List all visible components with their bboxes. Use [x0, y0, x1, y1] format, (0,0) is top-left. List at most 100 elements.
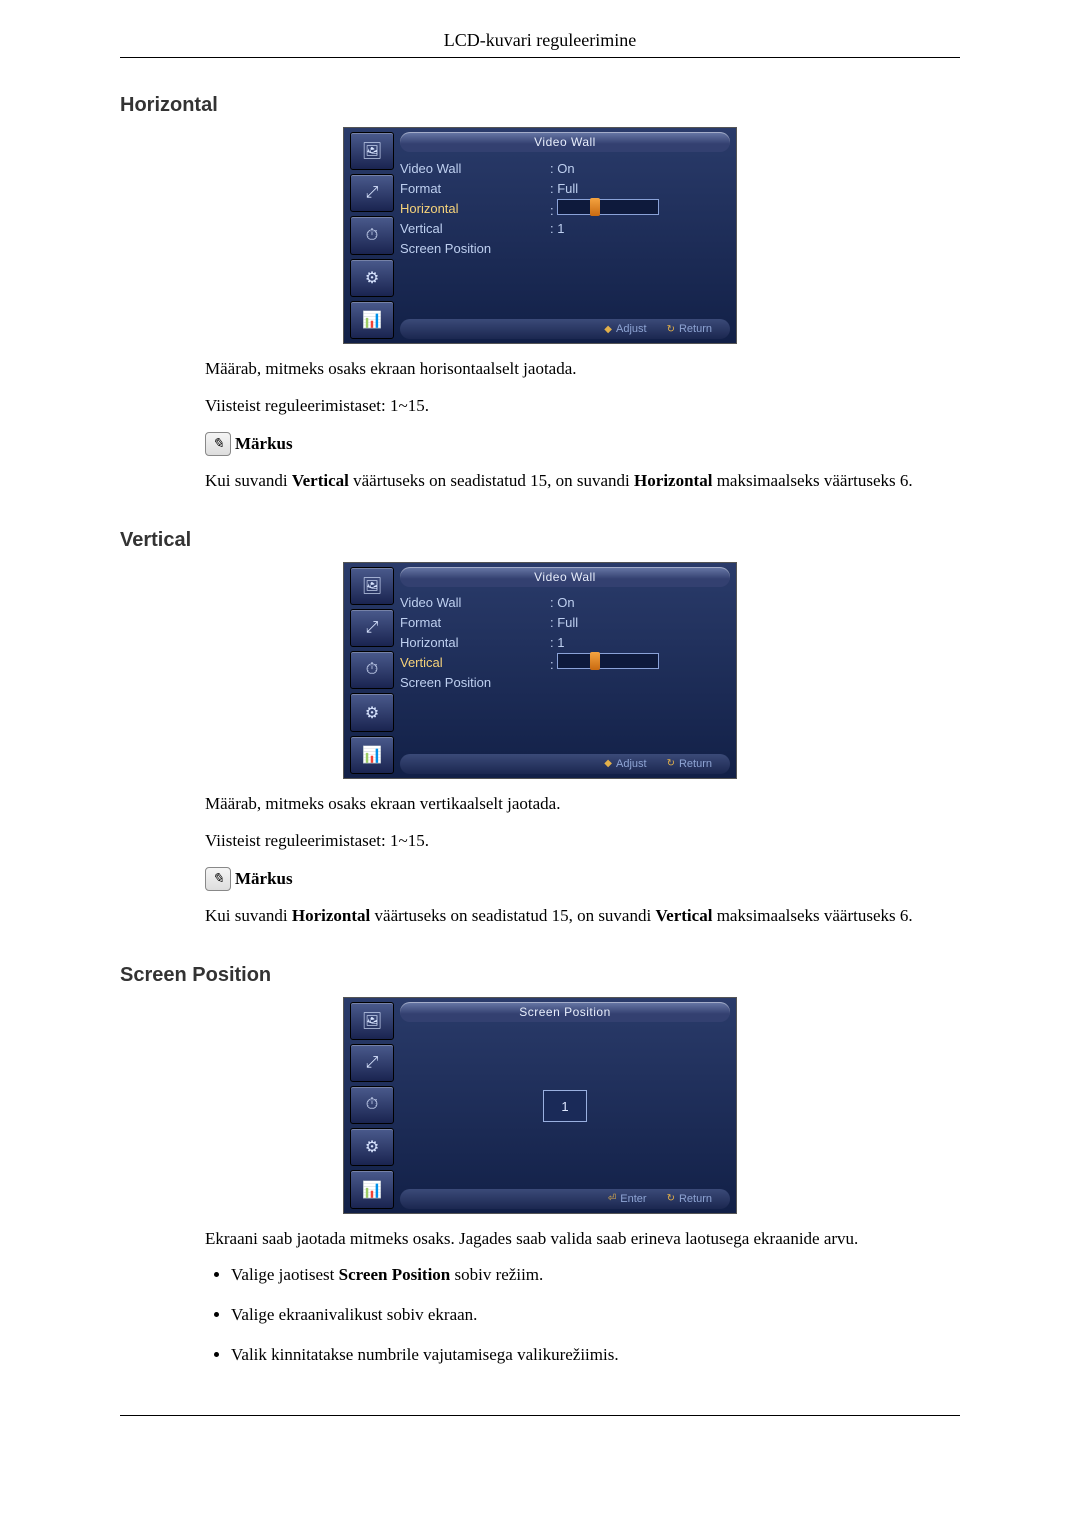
section-title-vertical: Vertical [120, 529, 960, 552]
divider-top [120, 57, 960, 58]
text-fragment: väärtuseks on seadistatud 15, on suvandi [349, 471, 634, 490]
vertical-note-text: Kui suvandi Horizontal väärtuseks on sea… [205, 905, 960, 928]
osd-footer-adjust: Adjust [616, 323, 647, 335]
osd-footer: ◆ Adjust ↻ Return [400, 319, 730, 339]
osd-row: Format: Full [400, 613, 730, 633]
osd-row-label: Format [400, 615, 550, 630]
osd-row-label: Horizontal [400, 635, 550, 650]
enter-icon: ⏎ [608, 1193, 616, 1204]
return-icon: ↻ [667, 758, 675, 769]
osd-footer-adjust: Adjust [616, 758, 647, 770]
return-icon: ↻ [667, 324, 675, 335]
page-header: LCD-kuvari reguleerimine [120, 30, 960, 51]
screen-position-desc1: Ekraani saab jaotada mitmeks osaks. Jaga… [205, 1228, 960, 1251]
osd-tab-column: 🖼 ⤢ ⏱ ⚙ 📊 [350, 1002, 394, 1209]
text-fragment: Kui suvandi [205, 471, 292, 490]
osd-row-value: : On [550, 161, 700, 176]
adjust-icon: ◆ [604, 758, 612, 769]
osd-tab-icon: ⤢ [350, 174, 394, 212]
osd-footer-return: Return [679, 758, 712, 770]
text-fragment: maksimaalseks väärtuseks 6. [712, 471, 912, 490]
osd-tab-icon: ⤢ [350, 609, 394, 647]
osd-row-value: : Full [550, 181, 700, 196]
osd-body: Video Wall: OnFormat: FullHorizontal: Ve… [400, 158, 730, 315]
horizontal-note-text: Kui suvandi Vertical väärtuseks on seadi… [205, 470, 960, 493]
osd-row-label: Vertical [400, 221, 550, 236]
text-fragment: Kui suvandi [205, 906, 292, 925]
osd-row-value: : 1 [550, 635, 700, 650]
osd-body: Video Wall: OnFormat: FullHorizontal: 1V… [400, 593, 730, 750]
osd-tab-icon: 🖼 [350, 567, 394, 605]
horizontal-desc1: Määrab, mitmeks osaks ekraan horisontaal… [205, 358, 960, 381]
text-bold: Horizontal [292, 906, 370, 925]
osd-tab-column: 🖼 ⤢ ⏱ ⚙ 📊 [350, 132, 394, 339]
osd-row: Video Wall: On [400, 158, 730, 178]
osd-tab-icon: 📊 [350, 736, 394, 774]
osd-row: Horizontal: [400, 198, 730, 218]
osd-title: Video Wall [400, 132, 730, 152]
text-fragment: väärtuseks on seadistatud 15, on suvandi [370, 906, 655, 925]
horizontal-desc2: Viisteist reguleerimistaset: 1~15. [205, 395, 960, 418]
screen-position-bullets: Valige jaotisest Screen Position sobiv r… [205, 1265, 960, 1365]
osd-row: Horizontal: 1 [400, 633, 730, 653]
osd-row-label: Video Wall [400, 161, 550, 176]
osd-screenshot-screen-position: Screen Position 🖼 ⤢ ⏱ ⚙ 📊 1 ⏎Enter ↻Retu… [120, 997, 960, 1214]
return-icon: ↻ [667, 1193, 675, 1204]
divider-bottom [120, 1415, 960, 1416]
osd-row-label: Video Wall [400, 595, 550, 610]
note-label: Märkus [235, 869, 293, 889]
osd-row-value: : [550, 653, 700, 672]
osd-row-value: : Full [550, 615, 700, 630]
osd-tab-icon: 🖼 [350, 132, 394, 170]
osd-row: Format: Full [400, 178, 730, 198]
osd-footer-return: Return [679, 323, 712, 335]
osd-row-value: : 1 [550, 221, 700, 236]
osd-body: 1 [400, 1028, 730, 1185]
list-item: Valige ekraanivalikust sobiv ekraan. [231, 1305, 960, 1325]
osd-tab-icon: ⚙ [350, 1128, 394, 1166]
osd-slider [557, 199, 659, 215]
osd-tab-icon: ⚙ [350, 259, 394, 297]
osd-tab-icon: ⚙ [350, 693, 394, 731]
osd-row-label: Format [400, 181, 550, 196]
osd-row-value: : [550, 199, 700, 218]
osd-tab-icon: ⏱ [350, 216, 394, 254]
adjust-icon: ◆ [604, 324, 612, 335]
osd-row: Video Wall: On [400, 593, 730, 613]
note-icon: ✎ [205, 867, 231, 891]
screen-position-cell: 1 [543, 1090, 587, 1122]
osd-tab-icon: 📊 [350, 1170, 394, 1208]
osd-slider [557, 653, 659, 669]
osd-tab-icon: 📊 [350, 301, 394, 339]
osd-footer-enter: Enter [620, 1193, 646, 1205]
list-item: Valige jaotisest Screen Position sobiv r… [231, 1265, 960, 1285]
section-title-screen-position: Screen Position [120, 964, 960, 987]
osd-title: Video Wall [400, 567, 730, 587]
osd-tab-icon: ⤢ [350, 1044, 394, 1082]
text-bold: Vertical [655, 906, 712, 925]
osd-row: Vertical: [400, 653, 730, 673]
osd-row-label: Screen Position [400, 675, 550, 690]
osd-row-label: Screen Position [400, 241, 550, 256]
vertical-desc2: Viisteist reguleerimistaset: 1~15. [205, 830, 960, 853]
osd-tab-icon: ⏱ [350, 651, 394, 689]
osd-row-label: Vertical [400, 655, 550, 670]
text-fragment: maksimaalseks väärtuseks 6. [712, 906, 912, 925]
note-label: Märkus [235, 434, 293, 454]
osd-row: Screen Position [400, 673, 730, 693]
osd-row-value: : On [550, 595, 700, 610]
osd-title: Screen Position [400, 1002, 730, 1022]
osd-tab-icon: ⏱ [350, 1086, 394, 1124]
osd-footer: ⏎Enter ↻Return [400, 1189, 730, 1209]
note-icon: ✎ [205, 432, 231, 456]
osd-tab-column: 🖼 ⤢ ⏱ ⚙ 📊 [350, 567, 394, 774]
osd-screenshot-vertical: Video Wall 🖼 ⤢ ⏱ ⚙ 📊 Video Wall: OnForma… [120, 562, 960, 779]
osd-row-label: Horizontal [400, 201, 550, 216]
vertical-desc1: Määrab, mitmeks osaks ekraan vertikaalse… [205, 793, 960, 816]
text-bold: Horizontal [634, 471, 712, 490]
text-bold: Vertical [292, 471, 349, 490]
osd-row: Screen Position [400, 238, 730, 258]
osd-screenshot-horizontal: Video Wall 🖼 ⤢ ⏱ ⚙ 📊 Video Wall: OnForma… [120, 127, 960, 344]
section-title-horizontal: Horizontal [120, 94, 960, 117]
osd-tab-icon: 🖼 [350, 1002, 394, 1040]
